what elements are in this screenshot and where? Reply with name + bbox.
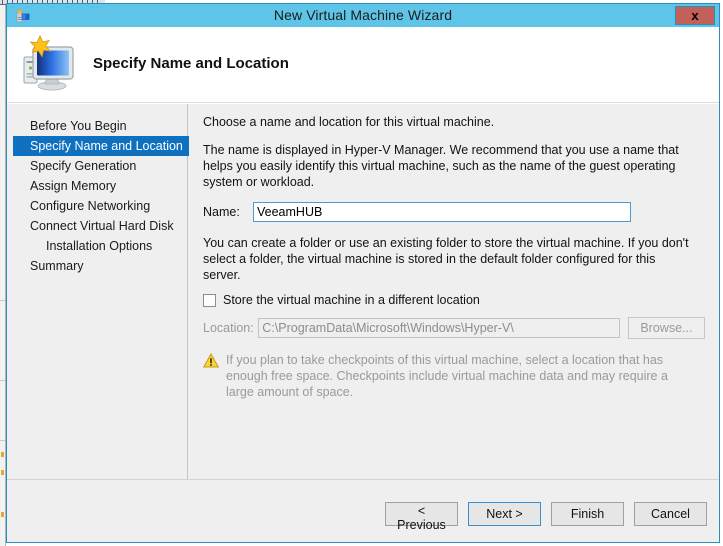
location-field-row: Location: Browse... (203, 317, 705, 339)
background-window-dot-2 (1, 470, 4, 475)
sidebar-item-summary[interactable]: Summary (7, 256, 187, 276)
dialog-body: Before You Begin Specify Name and Locati… (7, 103, 719, 479)
store-location-checkbox-row[interactable]: Store the virtual machine in a different… (203, 293, 705, 307)
header-banner: Specify Name and Location (7, 27, 719, 103)
sidebar-item-assign-memory[interactable]: Assign Memory (7, 176, 187, 196)
wizard-step-navigation: Before You Begin Specify Name and Locati… (7, 104, 205, 479)
title-bar: New Virtual Machine Wizard x (7, 4, 719, 27)
window-title: New Virtual Machine Wizard (273, 7, 453, 23)
sidebar-item-configure-networking[interactable]: Configure Networking (7, 196, 187, 216)
sidebar-item-specify-generation[interactable]: Specify Generation (7, 156, 187, 176)
next-button[interactable]: Next > (468, 502, 541, 526)
warning-text: If you plan to take checkpoints of this … (226, 353, 668, 399)
sidebar-item-before-you-begin[interactable]: Before You Begin (7, 116, 187, 136)
page-title: Specify Name and Location (93, 55, 289, 72)
store-location-checkbox[interactable] (203, 293, 216, 307)
location-label: Location: (203, 321, 254, 335)
wizard-button-bar: < Previous Next > Finish Cancel (385, 502, 707, 532)
description-text: The name is displayed in Hyper-V Manager… (203, 143, 679, 189)
new-virtual-machine-wizard-dialog: New Virtual Machine Wizard x Specify Nam… (6, 3, 720, 543)
name-field-row: Name: (203, 202, 705, 222)
location-input[interactable] (258, 318, 620, 338)
background-window-divider-2 (0, 380, 5, 381)
background-window-dot-3 (1, 512, 4, 517)
sidebar-item-installation-options[interactable]: Installation Options (7, 236, 187, 256)
browse-button[interactable]: Browse... (627, 317, 705, 339)
wizard-content-panel: Choose a name and location for this virt… (189, 104, 719, 479)
store-location-checkbox-label[interactable]: Store the virtual machine in a different… (223, 293, 480, 307)
background-window-divider-1 (0, 300, 5, 301)
sidebar-item-specify-name-and-location[interactable]: Specify Name and Location (13, 136, 205, 156)
background-window-divider-3 (0, 440, 5, 441)
finish-button[interactable]: Finish (551, 502, 624, 526)
dialog-footer: < Previous Next > Finish Cancel (7, 479, 719, 542)
name-label: Name: (203, 205, 240, 219)
cancel-button[interactable]: Cancel (634, 502, 707, 526)
checkpoint-warning: If you plan to take checkpoints of this … (202, 352, 705, 400)
folder-description-text: You can create a folder or use an existi… (203, 236, 689, 282)
intro-text: Choose a name and location for this virt… (203, 115, 495, 129)
previous-button[interactable]: < Previous (385, 502, 458, 532)
background-window-dot-1 (1, 452, 4, 457)
warning-triangle-icon (202, 352, 220, 368)
computer-monitor-icon (19, 34, 81, 95)
sidebar-item-connect-virtual-hard-disk[interactable]: Connect Virtual Hard Disk (7, 216, 187, 236)
close-button[interactable]: x (675, 6, 715, 25)
name-input[interactable] (253, 202, 631, 222)
